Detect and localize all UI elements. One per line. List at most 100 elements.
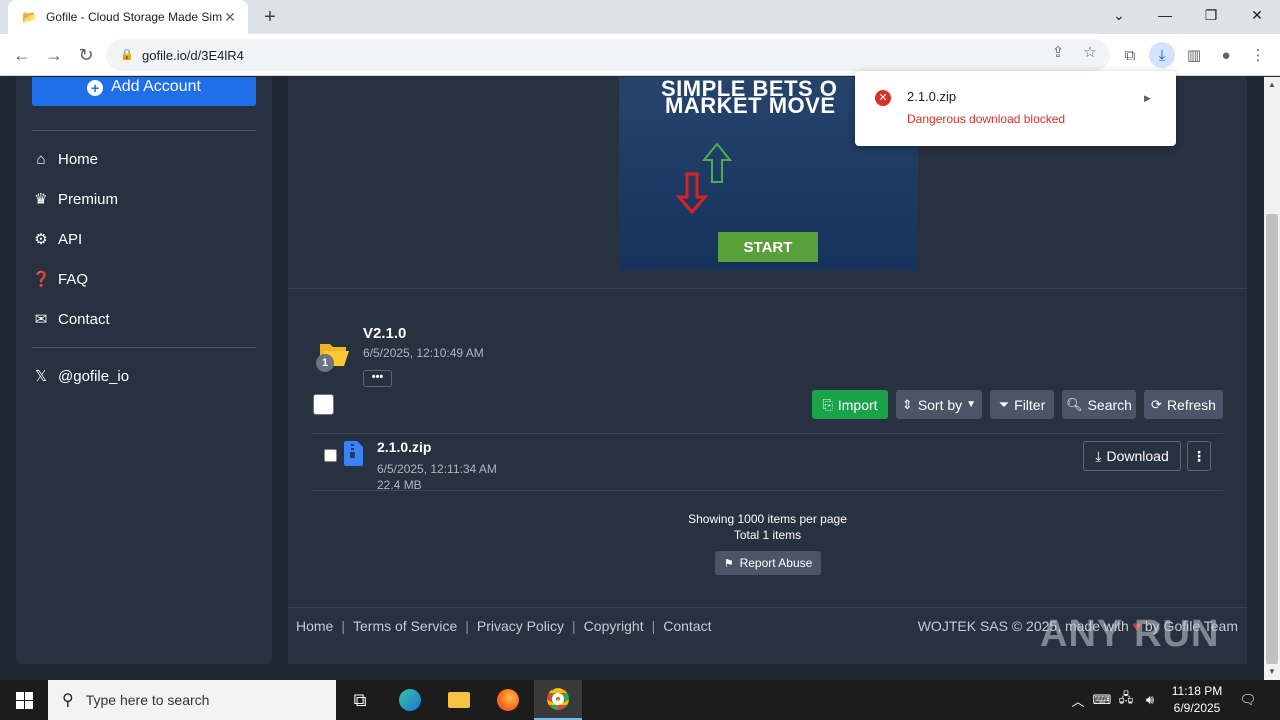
system-clock[interactable]: 11:18 PM 6/9/2025 xyxy=(1160,683,1234,717)
file-explorer-icon[interactable] xyxy=(435,680,483,720)
start-button[interactable] xyxy=(0,680,48,720)
reload-button[interactable]: ↻ xyxy=(73,42,99,68)
cogs-icon: ⚙ xyxy=(34,231,48,248)
notifications-icon[interactable]: 🗨 xyxy=(1236,680,1260,720)
footer-separator: | xyxy=(465,618,469,634)
back-button[interactable]: ← xyxy=(9,42,35,68)
add-account-button[interactable]: + Add Account xyxy=(32,77,256,106)
items-per-page-text: Showing 1000 items per page xyxy=(688,512,847,526)
bookmark-star-icon[interactable]: ☆ xyxy=(1078,40,1102,64)
sidebar-item-social[interactable]: 𝕏 @gofile_io xyxy=(32,362,256,390)
task-view-icon[interactable]: ⧉ xyxy=(336,680,384,720)
footer-links: Home | Terms of Service | Privacy Policy… xyxy=(296,618,711,634)
taskbar-search-box[interactable]: ⚲ Type here to search xyxy=(48,680,336,720)
import-label: Import xyxy=(837,396,878,413)
scroll-up-arrow-icon[interactable]: ▲ xyxy=(1264,77,1280,93)
caret-down-icon: ▼ xyxy=(966,399,977,410)
edge-icon[interactable] xyxy=(386,680,434,720)
x-logo-icon: 𝕏 xyxy=(34,368,48,385)
download-label: Download xyxy=(1106,448,1169,464)
filter-icon: ⏷ xyxy=(998,396,1010,412)
import-button[interactable]: ⎘ Import xyxy=(812,390,888,419)
download-button[interactable]: ⤓ Download xyxy=(1083,441,1181,471)
tray-device-icon[interactable]: ⌨ xyxy=(1092,680,1112,720)
forward-button[interactable]: → xyxy=(41,42,67,68)
select-all-checkbox[interactable] xyxy=(313,394,334,415)
report-abuse-button[interactable]: ⚑ Report Abuse xyxy=(715,551,821,575)
sort-by-button[interactable]: ⇕ Sort by ▼ xyxy=(896,390,982,419)
sidebar-item-home[interactable]: ⌂ Home xyxy=(32,145,256,173)
folder-more-button[interactable]: ••• xyxy=(363,370,392,387)
download-bubble[interactable]: ✕ 2.1.0.zip Dangerous download blocked ▶ xyxy=(855,71,1176,146)
menu-kebab-icon[interactable]: ⋮ xyxy=(1245,42,1271,68)
scrollbar-thumb[interactable] xyxy=(1266,214,1278,664)
minimize-button[interactable]: — xyxy=(1142,0,1188,30)
profile-avatar-icon[interactable]: ● xyxy=(1213,42,1239,68)
refresh-label: Refresh xyxy=(1166,396,1216,413)
file-name[interactable]: 2.1.0.zip xyxy=(377,439,431,455)
ad-arrows-graphic xyxy=(675,142,733,215)
main-panel: SIMPLE BETS O MARKET MOVE START 1 V2.1.0… xyxy=(288,77,1247,664)
sort-by-label: Sort by xyxy=(917,396,963,413)
sort-icon: ⇕ xyxy=(901,396,913,412)
volume-icon[interactable]: 🔊︎ xyxy=(1140,680,1160,720)
restore-button[interactable]: ❐ xyxy=(1188,0,1234,30)
footer-link-copyright[interactable]: Copyright xyxy=(584,618,644,634)
sidebar-item-label: API xyxy=(58,230,83,248)
download-icon: ⤓ xyxy=(1095,447,1102,464)
flag-icon: ⚑ xyxy=(723,557,734,570)
file-options-button[interactable]: ⋮ xyxy=(1187,441,1211,471)
search-label: Search xyxy=(1087,396,1132,413)
sidebar-divider xyxy=(32,347,256,348)
firefox-icon[interactable] xyxy=(484,680,532,720)
refresh-button[interactable]: ⟳ Refresh xyxy=(1144,390,1223,419)
chrome-icon[interactable] xyxy=(534,680,582,720)
close-window-button[interactable]: ✕ xyxy=(1234,0,1280,30)
sidebar-item-premium[interactable]: ♛ Premium xyxy=(32,185,256,213)
chevron-right-icon[interactable]: ▶ xyxy=(1144,93,1151,104)
lock-icon[interactable]: 🔒 xyxy=(120,48,134,62)
gofile-favicon-icon: 📂 xyxy=(22,10,37,24)
refresh-icon: ⟳ xyxy=(1151,396,1162,412)
footer-link-privacy[interactable]: Privacy Policy xyxy=(477,618,564,634)
footer-link-terms[interactable]: Terms of Service xyxy=(353,618,457,634)
share-icon[interactable]: ⇪ xyxy=(1046,40,1070,64)
tab-title: Gofile - Cloud Storage Made Sim xyxy=(46,10,222,24)
footer-link-contact[interactable]: Contact xyxy=(663,618,711,634)
list-divider xyxy=(312,490,1223,491)
network-icon[interactable]: 🖧 xyxy=(1116,680,1136,720)
page: + Add Account ⌂ Home ♛ Premium ⚙ API ❓ F… xyxy=(0,77,1280,680)
tab-search-icon[interactable]: ⌄ xyxy=(1096,0,1142,30)
clock-time: 11:18 PM xyxy=(1171,684,1223,698)
extensions-icon[interactable]: ⧉ xyxy=(1117,42,1143,68)
sidebar-item-label: Home xyxy=(58,150,99,168)
filter-button[interactable]: ⏷ Filter xyxy=(990,390,1054,419)
footer-separator: | xyxy=(341,618,345,634)
report-abuse-label: Report Abuse xyxy=(739,556,813,570)
sidebar-item-faq[interactable]: ❓ FAQ xyxy=(32,265,256,293)
sidebar-item-api[interactable]: ⚙ API xyxy=(32,225,256,253)
browser-tab[interactable]: 📂 Gofile - Cloud Storage Made Sim ✕ xyxy=(8,0,248,34)
search-icon: 🔍︎ xyxy=(1066,396,1083,412)
windows-logo-icon xyxy=(15,691,33,709)
crown-icon: ♛ xyxy=(34,191,48,208)
downloads-icon[interactable]: ⤓ xyxy=(1149,42,1175,68)
ad-start-button[interactable]: START xyxy=(718,232,818,262)
footer-link-home[interactable]: Home xyxy=(296,618,333,634)
anyrun-watermark: ANY RUN xyxy=(1040,613,1220,655)
file-select-checkbox[interactable] xyxy=(324,449,337,462)
ad-divider xyxy=(288,288,1247,289)
search-button[interactable]: 🔍︎ Search xyxy=(1062,390,1136,419)
address-bar[interactable]: 🔒 gofile.io/d/3E4lR4 xyxy=(106,39,1110,71)
scroll-down-arrow-icon[interactable]: ▼ xyxy=(1264,664,1280,680)
side-panel-icon[interactable]: ▥ xyxy=(1181,42,1207,68)
taskbar-search-placeholder: Type here to search xyxy=(85,692,210,708)
new-tab-button[interactable]: + xyxy=(258,5,282,29)
download-status: Dangerous download blocked xyxy=(907,112,1066,126)
tray-overflow-chevron-icon[interactable]: ︿ xyxy=(1068,680,1088,720)
sidebar-item-label: Premium xyxy=(58,190,119,208)
windows-taskbar: ⚲ Type here to search ⧉ ︿ ⌨ 🖧 🔊︎ 11:18 P… xyxy=(0,680,1280,720)
close-tab-icon[interactable]: ✕ xyxy=(222,9,238,26)
footer-separator: | xyxy=(651,618,656,634)
sidebar-item-contact[interactable]: ✉ Contact xyxy=(32,305,256,333)
